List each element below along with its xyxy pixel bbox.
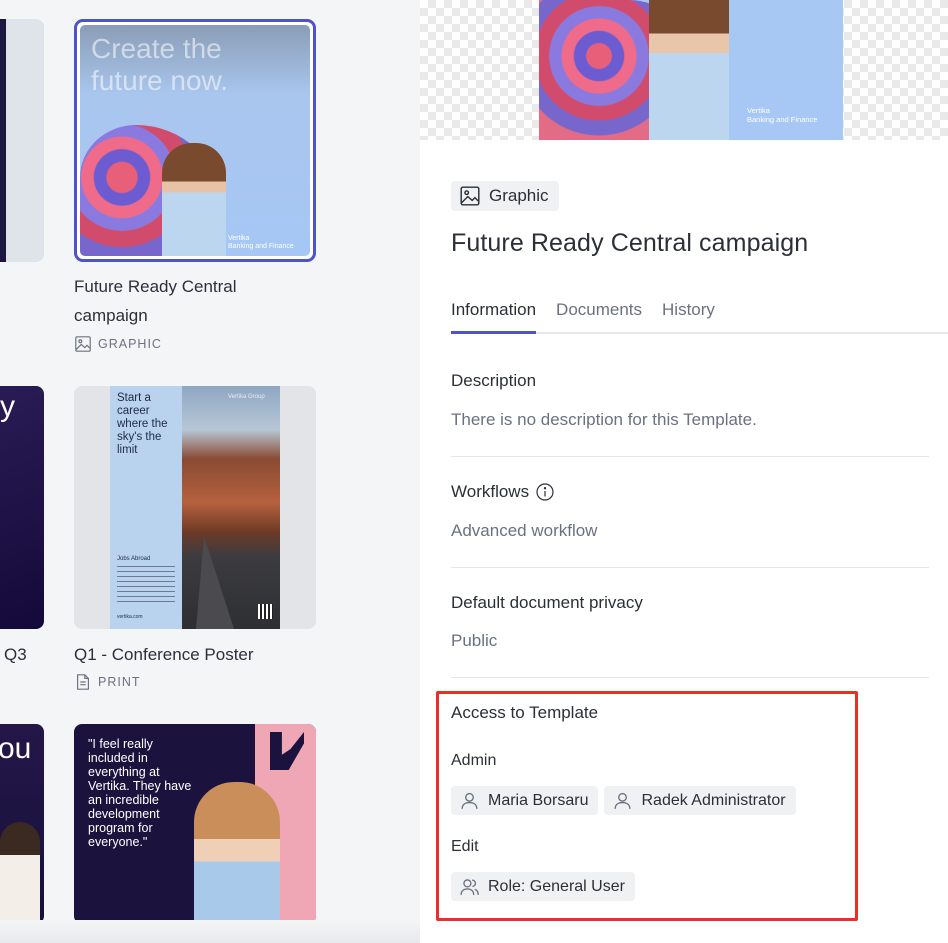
quote-line-6: development	[88, 807, 160, 821]
partial-card-mid-thumb[interactable]: y	[0, 386, 44, 629]
preview-person	[649, 0, 729, 140]
workflows-value: Advanced workflow	[451, 521, 598, 540]
quote-line-2: included in	[88, 751, 148, 765]
poster-line-5: limit	[117, 444, 138, 456]
template-gallery: y Q3 ou Create the future now. Vertika B…	[0, 0, 420, 943]
workflows-label-text: Workflows	[451, 482, 530, 501]
poster-photo	[182, 386, 280, 629]
template-card-future-ready-type: GRAPHIC	[74, 335, 162, 353]
app-root: y Q3 ou Create the future now. Vertika B…	[0, 0, 948, 943]
divider	[451, 456, 929, 457]
template-card-conference-poster-type: PRINT	[74, 673, 141, 691]
gallery-bottom-fade	[0, 920, 420, 943]
poster-body-lines	[117, 566, 175, 602]
partial-card-bottom-thumb[interactable]: ou	[0, 724, 44, 924]
template-card-future-ready-title[interactable]: Future Ready Central campaign	[74, 272, 237, 330]
image-icon	[75, 336, 91, 352]
card-type-label: PRINT	[98, 675, 141, 689]
tab-documents[interactable]: Documents	[556, 296, 642, 334]
partial-card-bottom-text: ou	[0, 732, 32, 765]
partial-card-mid-text: y	[0, 390, 15, 423]
poster-url: vertika.com	[117, 614, 143, 620]
template-card-quote-thumb[interactable]: "I feel really included in everything at…	[74, 724, 316, 924]
preview-brand-name: Vertika	[747, 106, 770, 115]
preview-brand: Vertika Banking and Finance	[747, 106, 817, 124]
quote-line-7: program for	[88, 821, 153, 835]
thumb-person	[162, 143, 226, 256]
card-title-line-1: Future Ready Central	[74, 277, 237, 296]
template-title: Future Ready Central campaign	[451, 229, 809, 257]
poster-headline: Start a career where the sky's the limit	[117, 392, 168, 457]
poster-sub: Jobs Abroad	[117, 556, 151, 562]
privacy-label: Default document privacy	[451, 593, 643, 612]
tab-information[interactable]: Information	[451, 296, 537, 334]
partial-card-mid-caption: Q3	[4, 645, 27, 664]
poster-left: Start a career where the sky's the limit…	[110, 386, 182, 629]
quote-line-3: everything at	[88, 765, 160, 779]
quote-person	[194, 782, 280, 924]
template-type-label: Graphic	[489, 186, 549, 205]
thumb-brand-name: Vertika	[228, 235, 250, 242]
description-label: Description	[451, 371, 537, 390]
privacy-value: Public	[451, 631, 498, 650]
card-title-line-2: campaign	[74, 306, 148, 325]
image-icon	[460, 186, 480, 206]
card-type-label: GRAPHIC	[98, 337, 162, 351]
details-tabs: Information Documents History	[451, 296, 948, 334]
template-type-chip: Graphic	[451, 181, 559, 211]
document-icon	[77, 674, 89, 690]
partial-card-top-thumb[interactable]	[0, 19, 44, 262]
quote-line-5: an incredible	[88, 793, 159, 807]
template-preview: Vertika Banking and Finance	[420, 0, 948, 140]
thumb-headline: Create the future now.	[91, 33, 228, 97]
thumb-headline-line-1: Create the	[91, 33, 222, 64]
quote-line-8: everyone."	[88, 835, 148, 849]
tab-history[interactable]: History	[662, 296, 715, 334]
info-icon[interactable]	[535, 482, 555, 502]
thumb-brand-sub: Banking and Finance	[228, 243, 294, 250]
poster-line-2: career	[117, 405, 150, 417]
poster-road	[196, 536, 234, 629]
quote-line-4: Vertika. They have	[88, 779, 192, 793]
poster-line-4: sky's the	[117, 431, 162, 443]
poster-brand: Vertika Group	[228, 394, 265, 400]
preview-brand-sub: Banking and Finance	[747, 115, 818, 124]
thumb-brand: Vertika Banking and Finance	[228, 235, 294, 251]
quote-text: "I feel really included in everything at…	[88, 737, 191, 849]
template-preview-image[interactable]: Vertika Banking and Finance	[539, 0, 843, 140]
workflows-label: Workflows	[451, 482, 555, 502]
divider	[451, 677, 929, 678]
thumb-image: Create the future now. Vertika Banking a…	[80, 25, 310, 256]
description-value: There is no description for this Templat…	[451, 410, 757, 429]
divider	[451, 567, 929, 568]
template-card-future-ready-thumb[interactable]: Create the future now. Vertika Banking a…	[74, 19, 316, 262]
partial-card-bottom-person	[0, 822, 40, 924]
thumb-headline-line-2: future now.	[91, 65, 228, 96]
quote-line-1: "I feel really	[88, 737, 153, 751]
template-card-conference-poster-title[interactable]: Q1 - Conference Poster	[74, 640, 254, 669]
access-highlight-box	[436, 691, 858, 921]
poster-qr	[258, 604, 273, 619]
poster-line-1: Start a	[117, 392, 151, 404]
template-card-conference-poster-thumb[interactable]: Start a career where the sky's the limit…	[74, 386, 316, 629]
poster-line-3: where the	[117, 418, 168, 430]
